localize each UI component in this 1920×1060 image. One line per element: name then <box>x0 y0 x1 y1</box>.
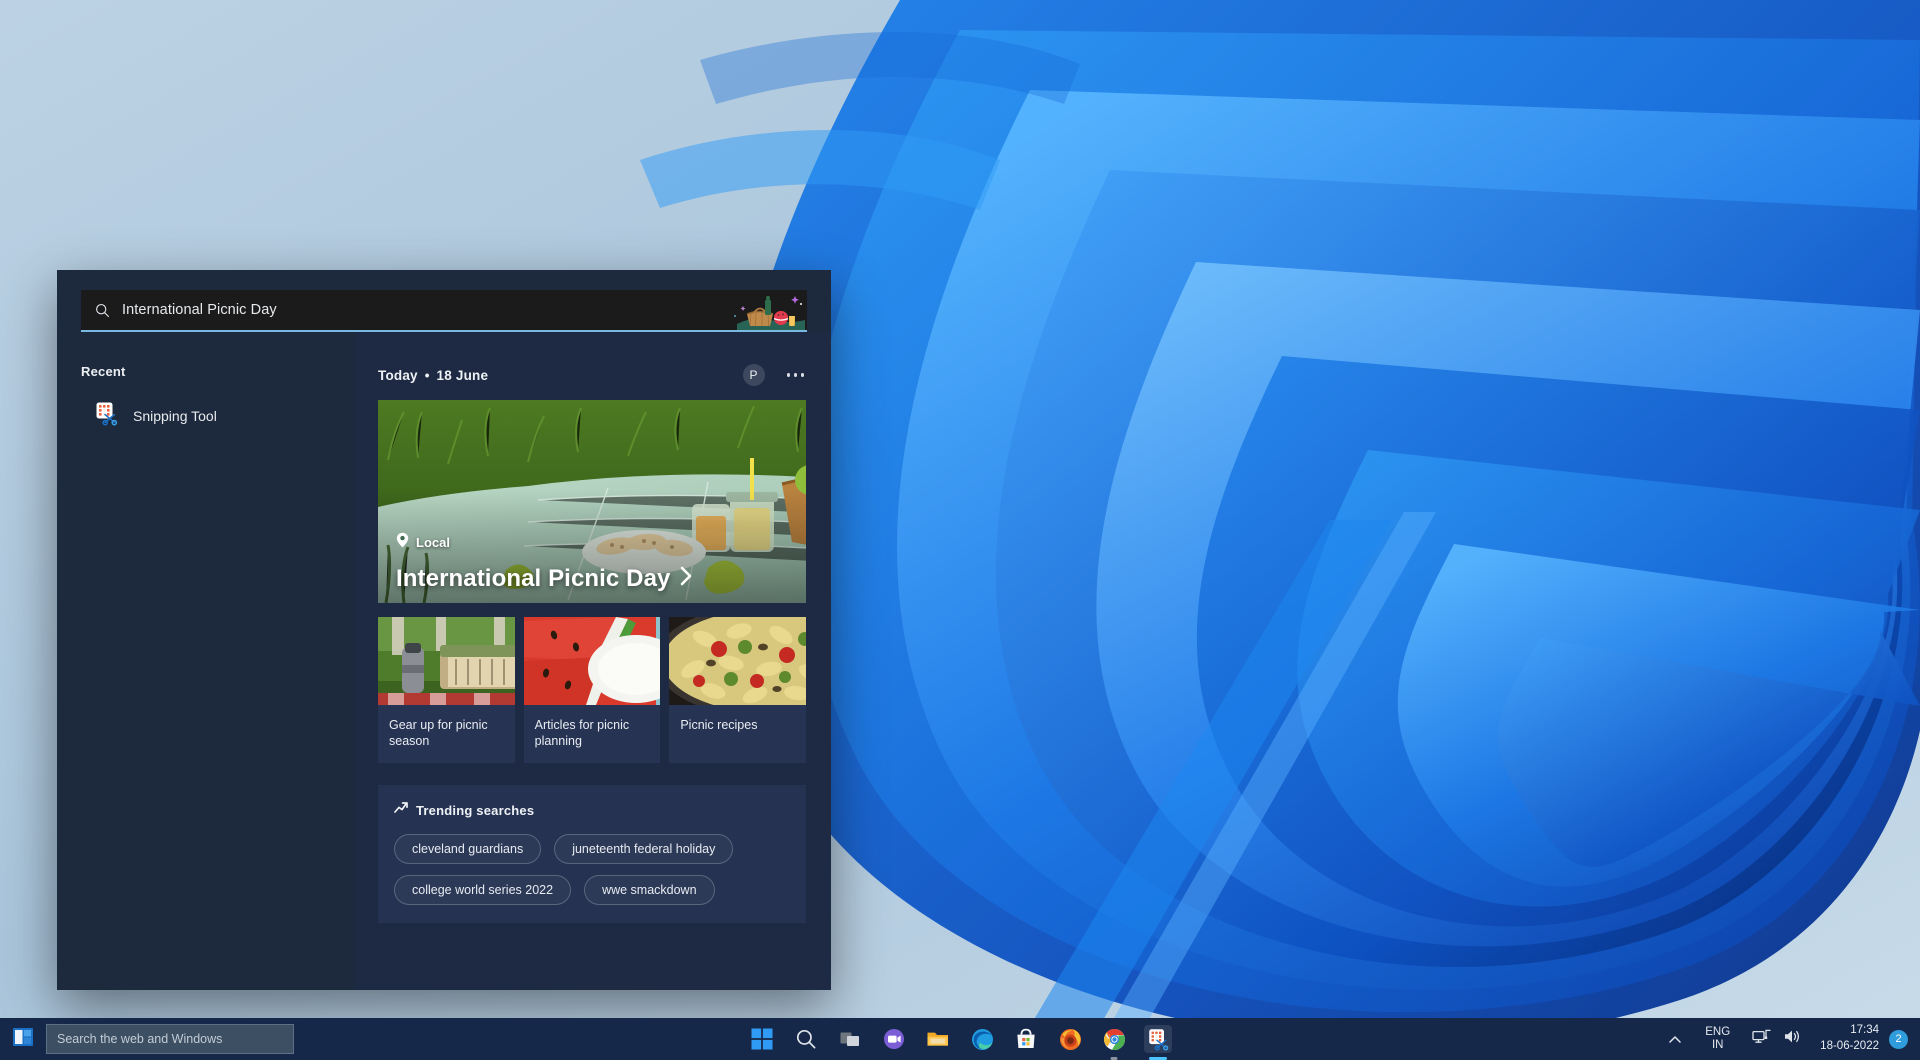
watermelon-checkered-cloth-photo <box>523 617 661 705</box>
volume-icon[interactable] <box>1783 1028 1802 1050</box>
clock[interactable]: 17:34 18-06-2022 <box>1814 1023 1889 1054</box>
related-card-label: Picnic recipes <box>680 718 758 732</box>
file-explorer-icon[interactable] <box>924 1025 952 1053</box>
trending-chip[interactable]: wwe smackdown <box>584 875 715 905</box>
clock-time: 17:34 <box>1850 1024 1879 1037</box>
related-card-label: Gear up for picnic season <box>389 718 488 748</box>
content-column: Today • 18 June P Local International Pi… <box>355 332 831 990</box>
trending-header: Trending searches <box>394 801 790 819</box>
tray-icon-group <box>1740 1028 1814 1050</box>
search-icon[interactable] <box>792 1025 820 1053</box>
picnic-basket-illustration <box>729 290 807 330</box>
trending-searches-section: Trending searches cleveland guardians ju… <box>378 785 806 923</box>
hero-local-label: Local <box>416 535 450 550</box>
microsoft-store-icon[interactable] <box>1012 1025 1040 1053</box>
show-hidden-icons-button[interactable] <box>1655 1035 1695 1044</box>
hero-title-row: International Picnic Day <box>396 564 792 593</box>
today-date: 18 June <box>436 367 489 383</box>
language-primary: ENG <box>1705 1025 1731 1038</box>
search-input-value: International Picnic Day <box>122 302 277 318</box>
start-icon[interactable] <box>748 1025 776 1053</box>
related-card-label: Articles for picnic planning <box>534 718 630 748</box>
panel-body: Recent Snipping Tool Today • 18 June P L… <box>57 332 831 990</box>
search-icon <box>95 303 110 318</box>
today-separator: • <box>424 367 430 383</box>
related-card[interactable]: Picnic recipes <box>669 617 807 763</box>
today-header: Today • 18 June P <box>378 364 806 386</box>
edge-icon[interactable] <box>968 1025 996 1053</box>
hero-card[interactable]: Local International Picnic Day <box>378 400 806 603</box>
trending-title: Trending searches <box>416 802 535 818</box>
chat-icon[interactable] <box>880 1025 908 1053</box>
notification-badge[interactable]: 2 <box>1889 1029 1908 1049</box>
task-view-icon[interactable] <box>836 1025 864 1053</box>
avatar[interactable]: P <box>742 364 765 386</box>
trending-chip[interactable]: college world series 2022 <box>394 875 572 905</box>
taskbar: Search the web and Windows ENG IN 17:34 … <box>0 1018 1920 1060</box>
related-cards-row: Gear up for picnic season Articles for p… <box>378 617 807 763</box>
chevron-right-icon <box>678 564 695 593</box>
taskbar-center-icons <box>748 1025 1172 1053</box>
hero-title: International Picnic Day <box>396 564 671 592</box>
related-card[interactable]: Gear up for picnic season <box>378 617 515 763</box>
snipping-tool-icon <box>93 400 119 431</box>
location-pin-icon <box>396 532 409 553</box>
hero-local-badge: Local <box>396 532 450 553</box>
clock-date: 18-06-2022 <box>1820 1040 1879 1052</box>
system-tray: ENG IN 17:34 18-06-2022 2 <box>1655 1018 1920 1060</box>
trending-chip[interactable]: juneteenth federal holiday <box>554 834 734 864</box>
picnic-basket-photo <box>378 617 515 705</box>
search-input-container: International Picnic Day <box>57 270 831 332</box>
trending-chip[interactable]: cleveland guardians <box>394 834 542 864</box>
taskbar-left-group: Search the web and Windows <box>0 1024 294 1055</box>
pasta-salad-photo <box>669 617 807 705</box>
trending-up-icon <box>394 801 408 819</box>
firefox-icon[interactable] <box>1056 1025 1084 1053</box>
recent-section-label: Recent <box>81 364 126 379</box>
taskbar-search-placeholder: Search the web and Windows <box>57 1032 223 1046</box>
trending-chips: cleveland guardians juneteenth federal h… <box>394 834 790 905</box>
more-options-button[interactable] <box>785 367 807 383</box>
language-secondary: IN <box>1711 1039 1724 1051</box>
network-icon[interactable] <box>1752 1028 1771 1050</box>
snipping-tool-icon[interactable] <box>1144 1025 1172 1053</box>
desktop: International Picnic Day Recent Snipping… <box>0 0 1920 1060</box>
taskbar-search-input[interactable]: Search the web and Windows <box>46 1024 294 1054</box>
recent-item-label: Snipping Tool <box>133 407 217 424</box>
language-indicator[interactable]: ENG IN <box>1695 1026 1740 1052</box>
chrome-icon[interactable] <box>1100 1025 1128 1053</box>
recent-item-snipping-tool[interactable]: Snipping Tool <box>81 393 355 438</box>
search-input[interactable]: International Picnic Day <box>81 290 807 332</box>
windows-logo-icon[interactable] <box>10 1024 36 1055</box>
recent-column: Recent Snipping Tool <box>57 332 355 990</box>
search-flyout-panel: International Picnic Day Recent Snipping… <box>57 270 831 990</box>
related-card[interactable]: Articles for picnic planning <box>523 617 661 763</box>
today-label: Today <box>378 367 418 383</box>
